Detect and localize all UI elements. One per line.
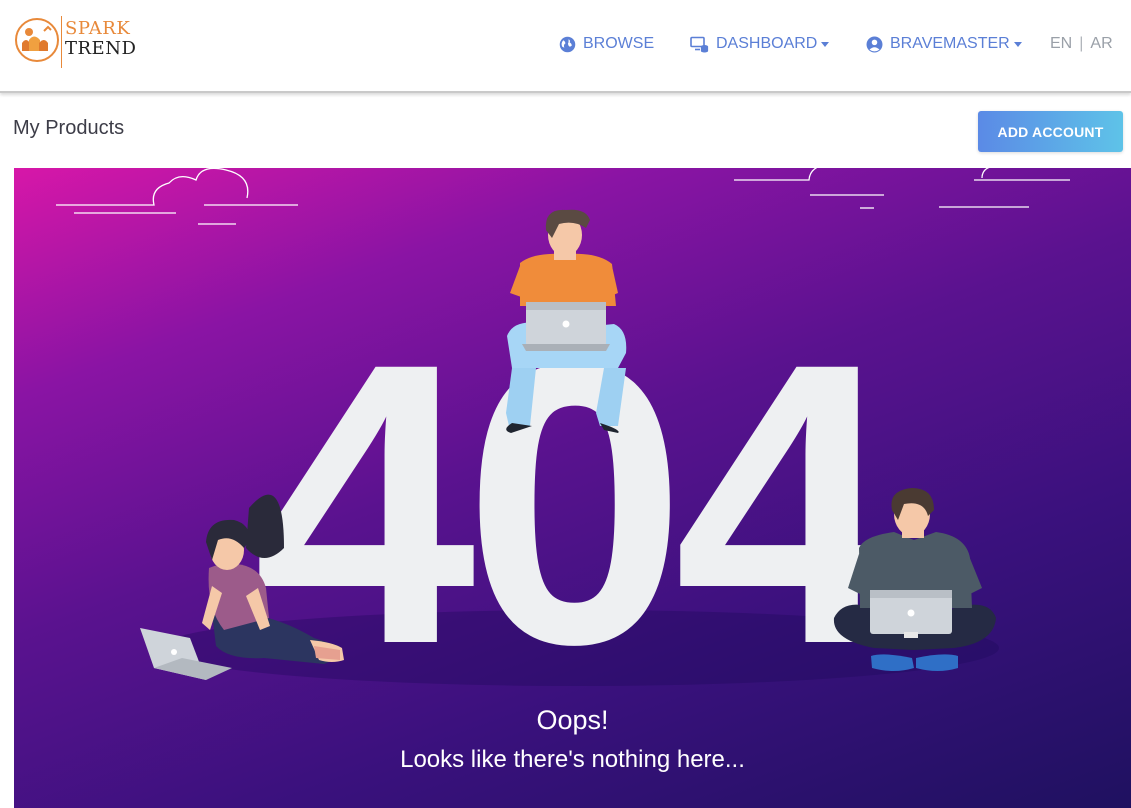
- nav-user-dropdown[interactable]: BRAVEMASTER: [866, 33, 1022, 55]
- chevron-down-icon: [821, 41, 830, 47]
- globe-icon: [559, 36, 576, 52]
- user-circle-icon: [866, 36, 883, 52]
- spark-trend-logo-icon: [15, 18, 59, 62]
- lang-en[interactable]: EN: [1050, 35, 1072, 53]
- nav-dashboard-label: DASHBOARD: [716, 35, 818, 52]
- error-title: Oops!: [536, 705, 609, 735]
- nav-browse-label: BROWSE: [583, 35, 655, 52]
- chevron-down-icon: [1013, 41, 1022, 47]
- language-switcher: EN | AR: [1050, 35, 1113, 53]
- add-account-button[interactable]: ADD ACCOUNT: [978, 111, 1123, 152]
- brand-logo[interactable]: SPARK TREND: [14, 14, 144, 70]
- page-title: My Products: [13, 117, 125, 139]
- brand-name-line2: TREND: [65, 38, 137, 59]
- brand-name-line1: SPARK: [65, 18, 131, 39]
- lang-ar[interactable]: AR: [1090, 35, 1112, 53]
- nav-user-label: BRAVEMASTER: [890, 35, 1010, 52]
- nav-dashboard-dropdown[interactable]: DASHBOARD: [690, 33, 830, 55]
- error-message: Looks like there's nothing here...: [400, 746, 745, 773]
- nav-browse[interactable]: BROWSE: [559, 33, 654, 55]
- dashboard-icon: [690, 36, 709, 52]
- top-navbar: SPARK TREND BROWSE DASHBOARD BRAVEMASTER: [0, 0, 1131, 93]
- not-found-illustration: 404 Oops! Looks like there's nothing her…: [14, 168, 1131, 808]
